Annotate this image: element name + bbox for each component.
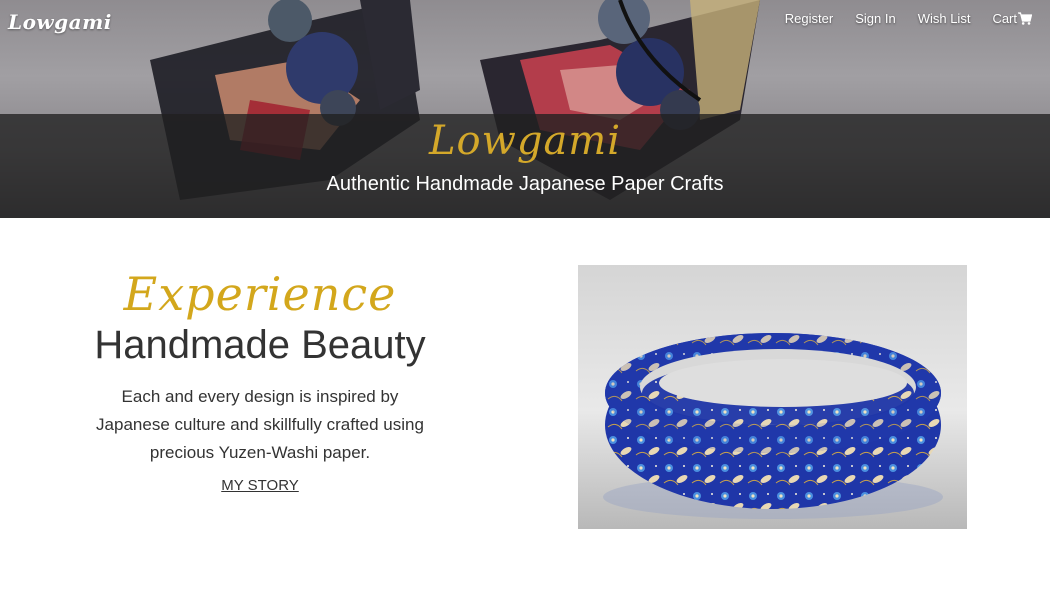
intro-kicker: Experience — [123, 267, 397, 321]
shopping-cart-icon — [1018, 12, 1032, 25]
bangle-image — [578, 265, 967, 529]
hero-title: Lowgami — [428, 118, 622, 164]
register-link[interactable]: Register — [785, 11, 833, 26]
top-nav: Lowgami Register Sign In Wish List Cart — [0, 0, 1050, 38]
hero-banner: Lowgami Register Sign In Wish List Cart … — [0, 0, 1050, 218]
page: Lowgami Register Sign In Wish List Cart … — [0, 0, 1050, 600]
sign-in-link[interactable]: Sign In — [855, 11, 895, 26]
intro-body: Each and every design is inspired by Jap… — [96, 387, 424, 462]
cart-label: Cart — [992, 11, 1017, 26]
my-story-link[interactable]: MY STORY — [221, 477, 299, 494]
intro-heading: Handmade Beauty — [94, 323, 426, 367]
product-photo — [578, 265, 967, 529]
cart-link[interactable]: Cart — [992, 11, 1032, 26]
intro-section: Experience Handmade Beauty Each and ever… — [60, 265, 460, 495]
site-logo[interactable]: Lowgami — [8, 10, 112, 34]
wish-list-link[interactable]: Wish List — [918, 11, 971, 26]
hero-subtitle: Authentic Handmade Japanese Paper Crafts — [326, 173, 724, 195]
nav-links: Register Sign In Wish List Cart — [763, 11, 1032, 26]
